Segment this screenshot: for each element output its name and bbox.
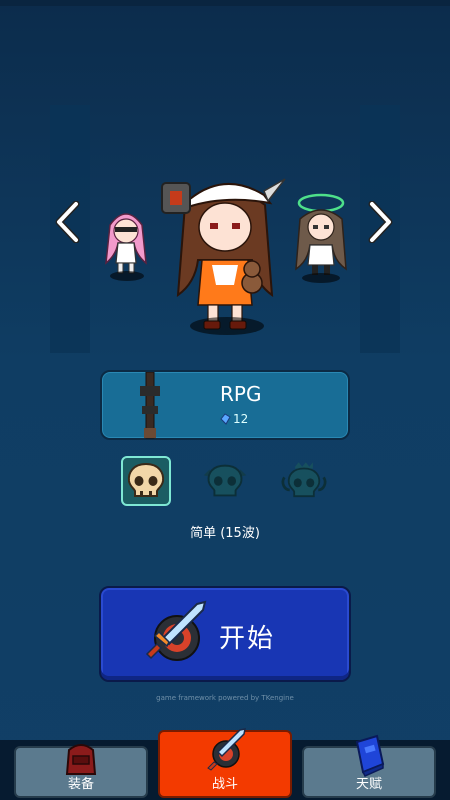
sword-shield-icon [145,600,207,661]
backpack-icon [65,744,97,775]
hero-left-pink[interactable] [96,205,156,285]
sword-icon [207,728,246,771]
chevron-left-icon [55,201,80,243]
difficulty-easy[interactable] [121,456,171,506]
gem-icon [220,413,231,425]
weapon-panel[interactable]: RPG 12 [100,370,350,440]
start-button-label: 开始 [219,624,276,654]
tab-equipment-label: 装备 [67,777,94,792]
tab-talent[interactable]: 天赋 [302,734,436,798]
weapon-name: RPG [220,382,262,406]
difficulty-label: 简单 (15波) [190,526,260,541]
tab-battle[interactable]: 战斗 [158,728,292,798]
easy-skull-icon [127,462,165,497]
hard-skull-icon [281,462,327,498]
chevron-right-icon [368,201,393,243]
bottom-nav: 装备 战斗 天赋 [0,728,450,800]
hero-right-halo[interactable] [286,191,356,287]
difficulty-hard[interactable] [279,456,329,506]
spellbook-icon [355,734,385,777]
hero-center-selected[interactable] [160,165,290,345]
weapon-cost: 12 [219,412,248,426]
normal-skull-icon [203,464,247,497]
difficulty-normal[interactable] [200,456,250,506]
top-strip [0,0,450,6]
tab-equipment[interactable]: 装备 [14,744,148,798]
character-carousel [0,95,450,365]
start-button[interactable]: 开始 [99,586,351,682]
powered-by-text: game framework powered by TKengine [156,694,294,702]
rpg-launcher-icon [140,372,160,439]
tab-battle-label: 战斗 [211,777,238,792]
prev-character-arrow[interactable] [52,199,82,245]
next-character-arrow[interactable] [366,199,396,245]
tab-talent-label: 天赋 [355,777,382,792]
weapon-cost-value: 12 [233,412,249,426]
